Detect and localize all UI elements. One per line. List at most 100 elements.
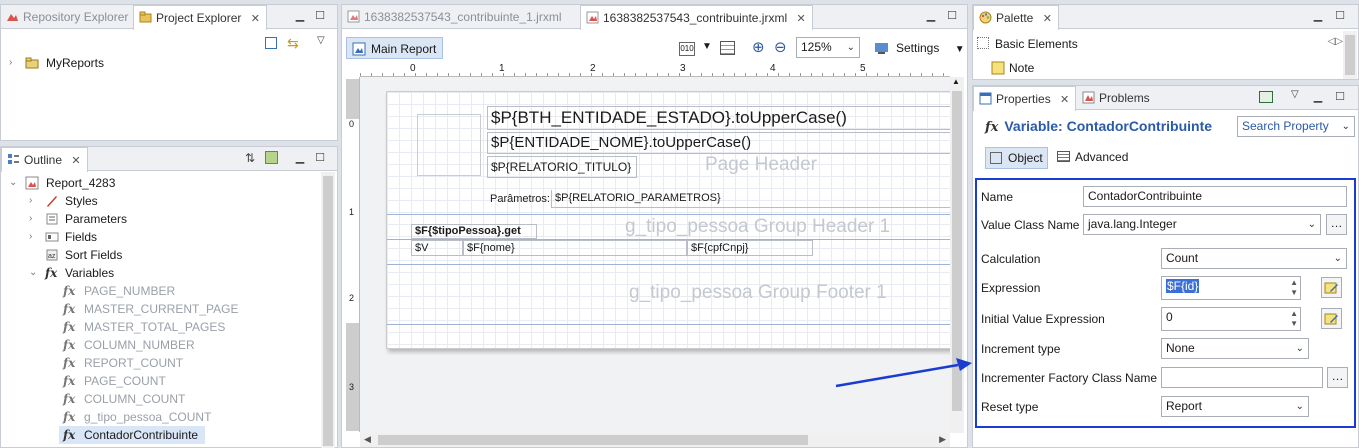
subtab-object[interactable]: Object <box>985 147 1048 169</box>
tree-item-variables[interactable]: ⌄ fx Variables <box>29 264 309 282</box>
main-report-button[interactable]: Main Report <box>346 37 444 59</box>
settings-button[interactable]: Settings ▼ <box>872 37 965 59</box>
value-class-select[interactable]: java.lang.Integer ⌄ <box>1083 214 1321 235</box>
palette-section-basic-elements[interactable]: Basic Elements ◁▷ <box>977 35 1343 53</box>
collapse-icon[interactable]: ◁▷ <box>1328 36 1343 47</box>
initial-value-field[interactable]: 0 ▲ ▼ <box>1161 307 1301 331</box>
search-property-field[interactable]: Search Property ⌄ <box>1237 116 1355 137</box>
variable-item[interactable]: fx PAGE_NUMBER <box>63 282 303 300</box>
header-line3-field[interactable]: $P{RELATORIO_TITULO} <box>487 156 637 178</box>
expand-chevron-icon[interactable]: › <box>29 192 39 210</box>
params-label[interactable]: Parâmetros: <box>487 190 551 208</box>
view-menu-icon[interactable]: ▽ <box>317 35 325 46</box>
variable-item[interactable]: fx g_tipo_pessoa_COUNT <box>63 408 303 426</box>
variable-item[interactable]: fx REPORT_COUNT <box>63 354 303 372</box>
name-field[interactable]: ContadorContribuinte <box>1083 186 1347 207</box>
group-field[interactable]: $F{$tipoPessoa}.get <box>411 224 537 239</box>
maximize-icon[interactable]: ☐ <box>945 9 959 23</box>
expand-chevron-icon[interactable]: › <box>29 210 39 228</box>
scrollbar-thumb[interactable] <box>378 435 808 445</box>
increment-type-select[interactable]: None ⌄ <box>1161 338 1309 359</box>
variable-item[interactable]: fx PAGE_COUNT <box>63 372 303 390</box>
new-window-icon[interactable] <box>1259 91 1273 103</box>
report-page[interactable]: $P{BTH_ENTIDADE_ESTADO}.toUpperCase() $P… <box>386 91 953 349</box>
view-menu-icon[interactable]: ▽ <box>1291 89 1299 100</box>
expand-chevron-icon[interactable]: › <box>29 228 39 246</box>
reset-type-select[interactable]: Report ⌄ <box>1161 396 1309 417</box>
tree-item-fields[interactable]: › Fields <box>29 228 309 246</box>
minimize-icon[interactable]: ▁ <box>1311 9 1325 23</box>
zoom-select[interactable]: 125% ⌄ <box>796 37 860 58</box>
initial-value-editor-button[interactable] <box>1321 308 1342 329</box>
variable-item[interactable]: fx COLUMN_COUNT <box>63 390 303 408</box>
outline-scrollbar[interactable] <box>321 172 335 448</box>
tab-project-explorer[interactable]: Project Explorer ✕ <box>133 5 267 30</box>
params-value-field[interactable]: $P{RELATORIO_PARAMETROS} <box>551 190 953 208</box>
expression-field[interactable]: $F{id} ▲ ▼ <box>1161 276 1301 300</box>
palette-scrollbar[interactable] <box>1343 31 1357 79</box>
scroll-left-icon[interactable]: ◀ <box>364 434 371 445</box>
value-class-browse-button[interactable]: … <box>1326 214 1347 235</box>
detail-nome-field[interactable]: $F{nome} <box>463 240 687 256</box>
minimize-icon[interactable]: ▁ <box>293 151 307 165</box>
logo-image-placeholder[interactable] <box>417 114 481 176</box>
collapse-chevron-icon[interactable]: ⌄ <box>9 174 19 192</box>
link-editor-icon[interactable]: ⇆ <box>287 35 299 52</box>
expand-chevron-icon[interactable]: › <box>9 54 19 72</box>
close-icon[interactable]: ✕ <box>1060 94 1069 106</box>
variable-item-selected[interactable]: fx ContadorContribuinte <box>59 426 205 444</box>
spinner-icon[interactable]: ▲ ▼ <box>1290 278 1298 298</box>
header-line1-field[interactable]: $P{BTH_ENTIDADE_ESTADO}.toUpperCase() <box>487 106 953 130</box>
calculation-select[interactable]: Count ⌄ <box>1161 248 1347 269</box>
scroll-up-icon[interactable]: ▲ <box>952 77 960 86</box>
tab-contribuinte-1[interactable]: 1638382537543_contribuinte_1.jrxml <box>342 5 567 29</box>
sort-icon[interactable]: ⇅ <box>245 151 255 165</box>
collapse-chevron-icon[interactable]: ⌄ <box>29 264 39 282</box>
close-icon[interactable]: ✕ <box>251 13 260 25</box>
minimize-icon[interactable]: ▁ <box>1311 90 1325 104</box>
zoom-out-icon[interactable]: ⊖ <box>774 38 787 56</box>
variable-item[interactable]: fx MASTER_CURRENT_PAGE <box>63 300 303 318</box>
tree-item-myreports[interactable]: › MyReports <box>9 54 209 72</box>
tab-repository-explorer[interactable]: Repository Explorer <box>1 5 134 29</box>
page-layout-icon[interactable] <box>720 41 735 55</box>
incrementer-factory-field[interactable] <box>1161 367 1323 388</box>
detail-v-field[interactable]: $V <box>411 240 463 256</box>
variable-item[interactable]: fx COLUMN_NUMBER <box>63 336 303 354</box>
tree-item-report[interactable]: ⌄ Report_4283 <box>9 174 309 192</box>
tab-problems[interactable]: Problems <box>1077 86 1156 110</box>
zoom-in-icon[interactable]: ⊕ <box>752 38 765 56</box>
tree-item-styles[interactable]: › Styles <box>29 192 309 210</box>
tab-outline[interactable]: Outline ✕ <box>1 147 88 172</box>
toggle-view-icon[interactable] <box>265 151 278 164</box>
minimize-icon[interactable]: ▁ <box>924 9 938 23</box>
close-icon[interactable]: ✕ <box>1043 13 1052 25</box>
spinner-icon[interactable]: ▲ ▼ <box>1290 309 1298 329</box>
data-source-icon[interactable]: 010 <box>679 42 695 56</box>
vertical-ruler-scroll[interactable] <box>346 79 359 119</box>
scrollbar-thumb[interactable] <box>323 176 333 446</box>
tree-item-parameters[interactable]: › Parameters <box>29 210 309 228</box>
close-icon[interactable]: ✕ <box>71 155 80 167</box>
incrementer-browse-button[interactable]: … <box>1327 367 1348 388</box>
tree-item-sort-fields[interactable]: az Sort Fields <box>29 246 309 264</box>
collapse-all-icon[interactable] <box>265 37 277 49</box>
tab-properties[interactable]: Properties ✕ <box>973 86 1077 111</box>
minimize-icon[interactable]: ▁ <box>293 9 307 23</box>
maximize-icon[interactable]: ☐ <box>1333 9 1347 23</box>
vertical-ruler-scroll-bottom[interactable] <box>346 323 359 431</box>
band-page-header[interactable]: $P{BTH_ENTIDADE_ESTADO}.toUpperCase() $P… <box>387 92 953 218</box>
expression-editor-button[interactable] <box>1321 277 1342 298</box>
editor-horizontal-scrollbar[interactable]: ◀ ▶ <box>360 433 950 447</box>
scrollbar-thumb[interactable] <box>1345 35 1355 75</box>
maximize-icon[interactable]: ☐ <box>313 151 327 165</box>
maximize-icon[interactable]: ☐ <box>1333 90 1347 104</box>
tab-palette[interactable]: Palette ✕ <box>973 5 1059 30</box>
dropdown-arrow-icon[interactable]: ▼ <box>702 41 712 52</box>
maximize-icon[interactable]: ☐ <box>313 9 327 23</box>
tab-contribuinte[interactable]: 1638382537543_contribuinte.jrxml ✕ <box>580 5 813 30</box>
close-icon[interactable]: ✕ <box>796 13 805 25</box>
scroll-right-icon[interactable]: ▶ <box>939 434 946 445</box>
detail-cpf-field[interactable]: $F{cpfCnpj} <box>687 240 813 256</box>
variable-item[interactable]: fx MASTER_TOTAL_PAGES <box>63 318 303 336</box>
